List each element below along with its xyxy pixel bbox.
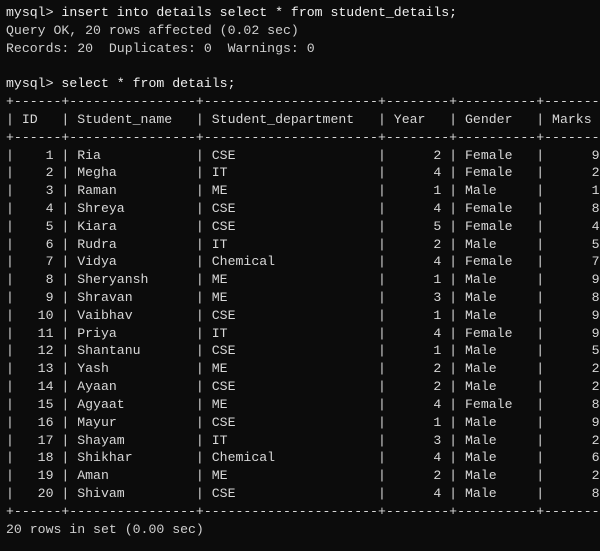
mysql-terminal[interactable]: mysql> insert into details select * from… [0, 0, 600, 542]
